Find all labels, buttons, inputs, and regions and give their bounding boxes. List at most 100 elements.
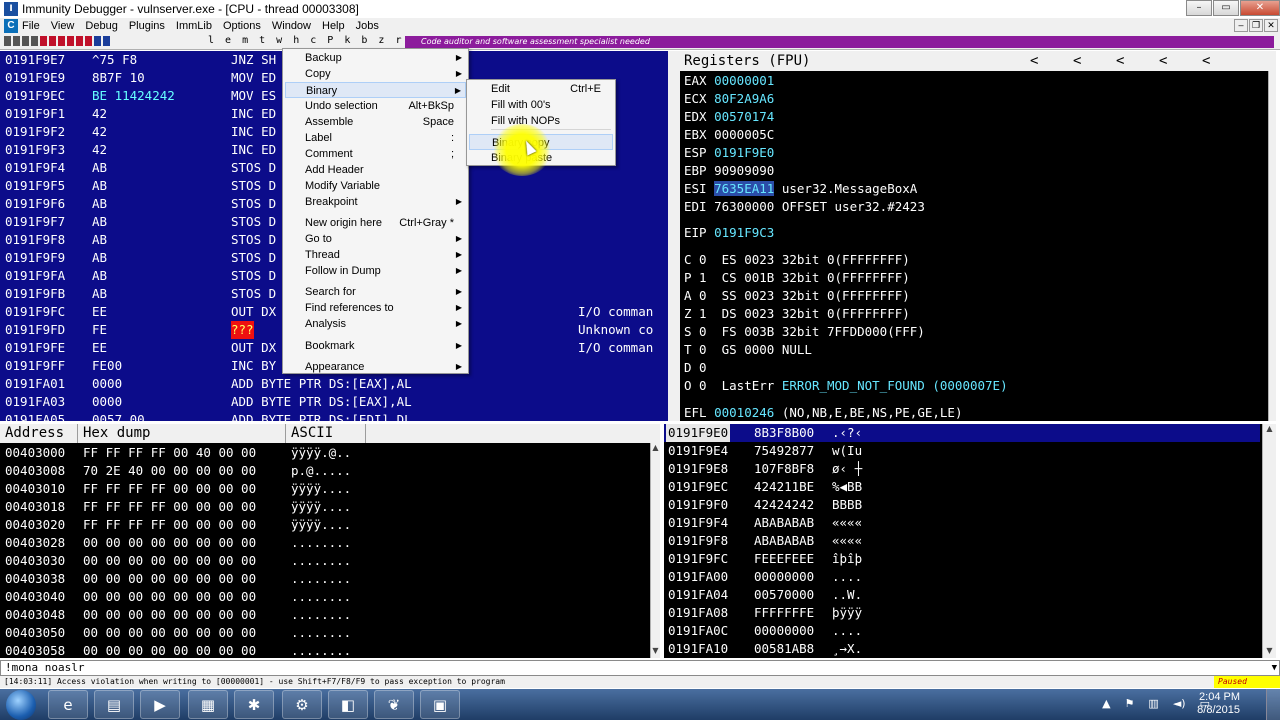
stack-row[interactable]: 0191F9F8 ABABABAB ««««	[664, 532, 1260, 550]
menu-item-binary[interactable]: Binary ▶	[285, 82, 466, 98]
menu-file[interactable]: File	[22, 20, 40, 32]
dump-row[interactable]: 00403050 00 00 00 00 00 00 00 00........	[0, 624, 650, 642]
command-input[interactable]: !mona noaslr	[5, 661, 84, 674]
mdi-minimize-button[interactable]: –	[1234, 19, 1248, 32]
arrow-left-icon[interactable]: <	[1030, 71, 1073, 91]
efl-row[interactable]: EFL 00010246 (NO,NB,E,BE,NS,PE,GE,LE)	[684, 404, 962, 421]
internet-explorer-icon[interactable]: e	[48, 690, 88, 719]
arrow-left-icon[interactable]: <	[1116, 51, 1159, 71]
step-into-icon[interactable]	[58, 36, 65, 46]
register-value[interactable]: 90909090	[714, 163, 774, 178]
dump-row[interactable]: 00403040 00 00 00 00 00 00 00 00........	[0, 588, 650, 606]
dump-row[interactable]: 00403048 00 00 00 00 00 00 00 00........	[0, 606, 650, 624]
goto-icon[interactable]	[103, 36, 110, 46]
step-over-icon[interactable]	[67, 36, 74, 46]
dump-row[interactable]: 00403018 FF FF FF FF 00 00 00 00 ÿÿÿÿ....	[0, 498, 650, 516]
arrow-left-icon[interactable]: <	[1030, 51, 1073, 71]
trace-into-icon[interactable]	[76, 36, 83, 46]
rewind-icon[interactable]	[31, 36, 38, 46]
media-player-icon[interactable]: ▶	[140, 690, 180, 719]
menu-item-comment[interactable]: Comment;	[285, 146, 466, 162]
menu-plugins[interactable]: Plugins	[129, 20, 165, 32]
folder-icon[interactable]: ▤	[94, 690, 134, 719]
dump-row[interactable]: 00403028 00 00 00 00 00 00 00 00........	[0, 534, 650, 552]
cpu-window-icon[interactable]: C	[4, 19, 18, 33]
dump-row[interactable]: 00403030 00 00 00 00 00 00 00 00........	[0, 552, 650, 570]
registers-header[interactable]: Registers (FPU) < < < < <<	[680, 51, 1276, 89]
register-value[interactable]: 00570174	[714, 109, 774, 124]
file-icon[interactable]: ◧	[328, 690, 368, 719]
menu-item-new-origin-here[interactable]: New origin here Ctrl+Gray *	[285, 215, 466, 231]
register-value[interactable]: 76300000	[714, 199, 774, 214]
dump-row[interactable]: 00403008 70 2E 40 00 00 00 00 00 p.@.....	[0, 462, 650, 480]
segment-row[interactable]: S 0 FS 003B 32bit 7FFDD000(FFF)	[684, 323, 925, 341]
segment-row[interactable]: P 1 CS 001B 32bit 0(FFFFFFFF)	[684, 269, 910, 287]
network-icon[interactable]: ▥	[1148, 697, 1158, 710]
stack-row[interactable]: 0191F9E8 107F8BF8 ø‹ ┼	[664, 460, 1260, 478]
execute-till-return-icon[interactable]	[94, 36, 101, 46]
registers-scrollbar[interactable]	[1268, 71, 1276, 421]
flag-icon[interactable]: ⚑	[1125, 697, 1135, 710]
arrow-left-icon[interactable]: <	[1159, 51, 1202, 71]
segment-row[interactable]: A 0 SS 0023 32bit 0(FFFFFFFF)	[684, 287, 910, 305]
menu-item-go-to[interactable]: Go to ▶	[285, 231, 466, 247]
dump-row[interactable]: 00403000 FF FF FF FF 00 40 00 00 ÿÿÿÿ.@..	[0, 444, 650, 462]
submenu-item-edit[interactable]: Edit Ctrl+E	[469, 81, 613, 97]
menu-options[interactable]: Options	[223, 20, 261, 32]
arrow-left-icon[interactable]: <	[1073, 51, 1116, 71]
close-button[interactable]: ✕	[1240, 0, 1280, 16]
segment-row[interactable]: T 0 GS 0000 NULL	[684, 341, 812, 359]
stack-row[interactable]: 0191F9EC 424211BE %◀BB	[664, 478, 1260, 496]
menu-item-backup[interactable]: Backup ▶	[285, 50, 466, 66]
arrow-left-icon[interactable]: <	[1202, 51, 1245, 71]
stack-row[interactable]: 0191FA0C 00000000....	[664, 622, 1260, 640]
stack-row[interactable]: 0191FA08 FFFFFFFE þÿÿÿ	[664, 604, 1260, 622]
submenu-item-fill-with-nops[interactable]: Fill with NOPs	[469, 113, 613, 129]
command-bar[interactable]: !mona noaslr ▼	[0, 660, 1280, 676]
stack-scrollbar[interactable]: ▲ ▼	[1262, 424, 1276, 658]
menu-item-copy[interactable]: Copy ▶	[285, 66, 466, 82]
window-icon[interactable]: ▣	[420, 690, 460, 719]
menu-debug[interactable]: Debug	[85, 20, 117, 32]
lasterr-row[interactable]: O 0 LastErr ERROR_MOD_NOT_FOUND (0000007…	[684, 377, 1008, 395]
register-row[interactable]: EBX 0000005C	[684, 126, 774, 144]
chevron-up-icon[interactable]: ▲	[1102, 697, 1110, 710]
volume-icon[interactable]: ◄)	[1173, 697, 1186, 710]
dump-header-hex[interactable]: Hex dump	[78, 424, 286, 443]
register-value[interactable]: 0000005C	[714, 127, 774, 142]
show-desktop-button[interactable]	[1266, 689, 1280, 720]
register-row[interactable]: ESP 0191F9E0	[684, 144, 774, 162]
register-row[interactable]: ECX 80F2A9A6	[684, 90, 774, 108]
clock[interactable]: 2:04 PM 8/8/2015	[1197, 691, 1240, 717]
menu-item-add-header[interactable]: Add Header	[285, 162, 466, 178]
stack-row[interactable]: 0191F9F0 42424242 BBBB	[664, 496, 1260, 514]
register-value[interactable]: 00010246	[714, 405, 774, 420]
menu-window[interactable]: Window	[272, 20, 311, 32]
hex-dump-pane[interactable]: Address Hex dump ASCII 00403000 FF FF FF …	[0, 424, 660, 658]
menu-jobs[interactable]: Jobs	[356, 20, 379, 32]
trace-over-icon[interactable]	[85, 36, 92, 46]
start-button[interactable]	[6, 690, 36, 720]
menu-item-appearance[interactable]: Appearance ▶	[285, 359, 466, 375]
dump-header-ascii[interactable]: ASCII	[286, 424, 366, 443]
immunity-icon[interactable]: ✱	[234, 690, 274, 719]
menu-item-thread[interactable]: Thread ▶	[285, 247, 466, 263]
mdi-close-button[interactable]: ✕	[1264, 19, 1278, 32]
minimize-button[interactable]: –	[1186, 0, 1212, 16]
menu-item-bookmark[interactable]: Bookmark ▶	[285, 338, 466, 354]
dump-row[interactable]: 00403010 FF FF FF FF 00 00 00 00 ÿÿÿÿ....	[0, 480, 650, 498]
maximize-button[interactable]: ▭	[1213, 0, 1239, 16]
menu-item-follow-in-dump[interactable]: Follow in Dump ▶	[285, 263, 466, 279]
stack-row[interactable]: 0191FA04 00570000 ..W.	[664, 586, 1260, 604]
mdi-restore-button[interactable]: ❐	[1249, 19, 1263, 32]
restart-icon[interactable]	[13, 36, 20, 46]
chevron-down-icon[interactable]: ▼	[1272, 661, 1277, 675]
menu-item-breakpoint[interactable]: Breakpoint ▶	[285, 194, 466, 210]
menu-immlib[interactable]: ImmLib	[176, 20, 212, 32]
stack-row[interactable]: 0191F9E0 8B3F8B00 .‹?‹	[664, 424, 1260, 442]
register-value[interactable]: 7635EA11	[714, 181, 775, 196]
dump-scrollbar[interactable]: ▲ ▼	[650, 443, 660, 658]
stack-row[interactable]: 0191F9F4 ABABABAB ««««	[664, 514, 1260, 532]
dump-header-address[interactable]: Address	[0, 424, 78, 443]
segment-row[interactable]: D 0	[684, 359, 707, 377]
